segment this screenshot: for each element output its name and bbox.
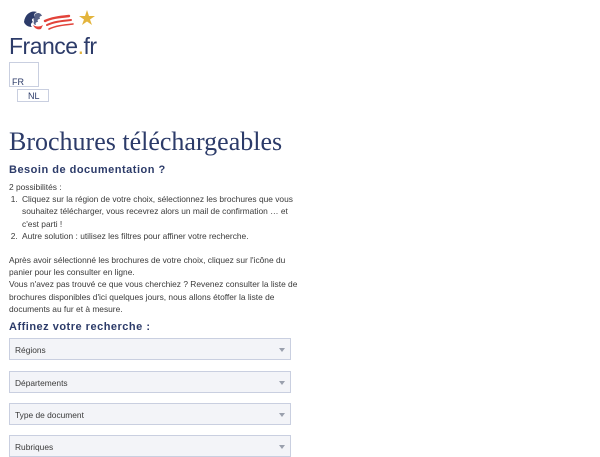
steps-list: Cliquez sur la région de votre choix, sé… xyxy=(9,193,299,242)
regions-select[interactable]: Régions xyxy=(9,338,291,360)
france-fr-logo[interactable]: France.fr xyxy=(9,8,99,59)
cart-instructions: Après avoir sélectionné les brochures de… xyxy=(9,255,286,278)
more-brochures-note: Vous n'avez pas trouvé ce que vous cherc… xyxy=(9,279,298,314)
section-subtitle: Besoin de documentation ? xyxy=(9,164,166,176)
marianne-logo-icon xyxy=(24,10,95,30)
document-type-select[interactable]: Type de document xyxy=(9,403,291,425)
lang-fr-button[interactable]: FR xyxy=(9,62,39,87)
regions-select-value: Régions xyxy=(15,345,46,355)
step-item: Cliquez sur la région de votre choix, sé… xyxy=(20,193,299,230)
departements-select-value: Départements xyxy=(15,378,68,388)
logo-text-tld: fr xyxy=(83,33,97,59)
filters-heading: Affinez votre recherche : xyxy=(9,321,151,333)
chevron-down-icon xyxy=(279,348,285,352)
page-title: Brochures téléchargeables xyxy=(9,127,283,156)
document-type-select-value: Type de document xyxy=(15,410,84,420)
logo-text-main: France xyxy=(9,33,78,59)
lang-nl-button[interactable]: NL xyxy=(17,89,49,102)
chevron-down-icon xyxy=(279,445,285,449)
rubriques-select[interactable]: Rubriques xyxy=(9,435,291,457)
chevron-down-icon xyxy=(279,381,285,385)
step-item: Autre solution : utilisez les filtres po… xyxy=(20,230,299,242)
rubriques-select-value: Rubriques xyxy=(15,442,54,452)
intro-text-block: 2 possibilités : Cliquez sur la région d… xyxy=(9,181,299,315)
chevron-down-icon xyxy=(279,413,285,417)
logo-wordmark: France.fr xyxy=(9,33,97,59)
departements-select[interactable]: Départements xyxy=(9,371,291,393)
intro-line: 2 possibilités : xyxy=(9,182,62,192)
